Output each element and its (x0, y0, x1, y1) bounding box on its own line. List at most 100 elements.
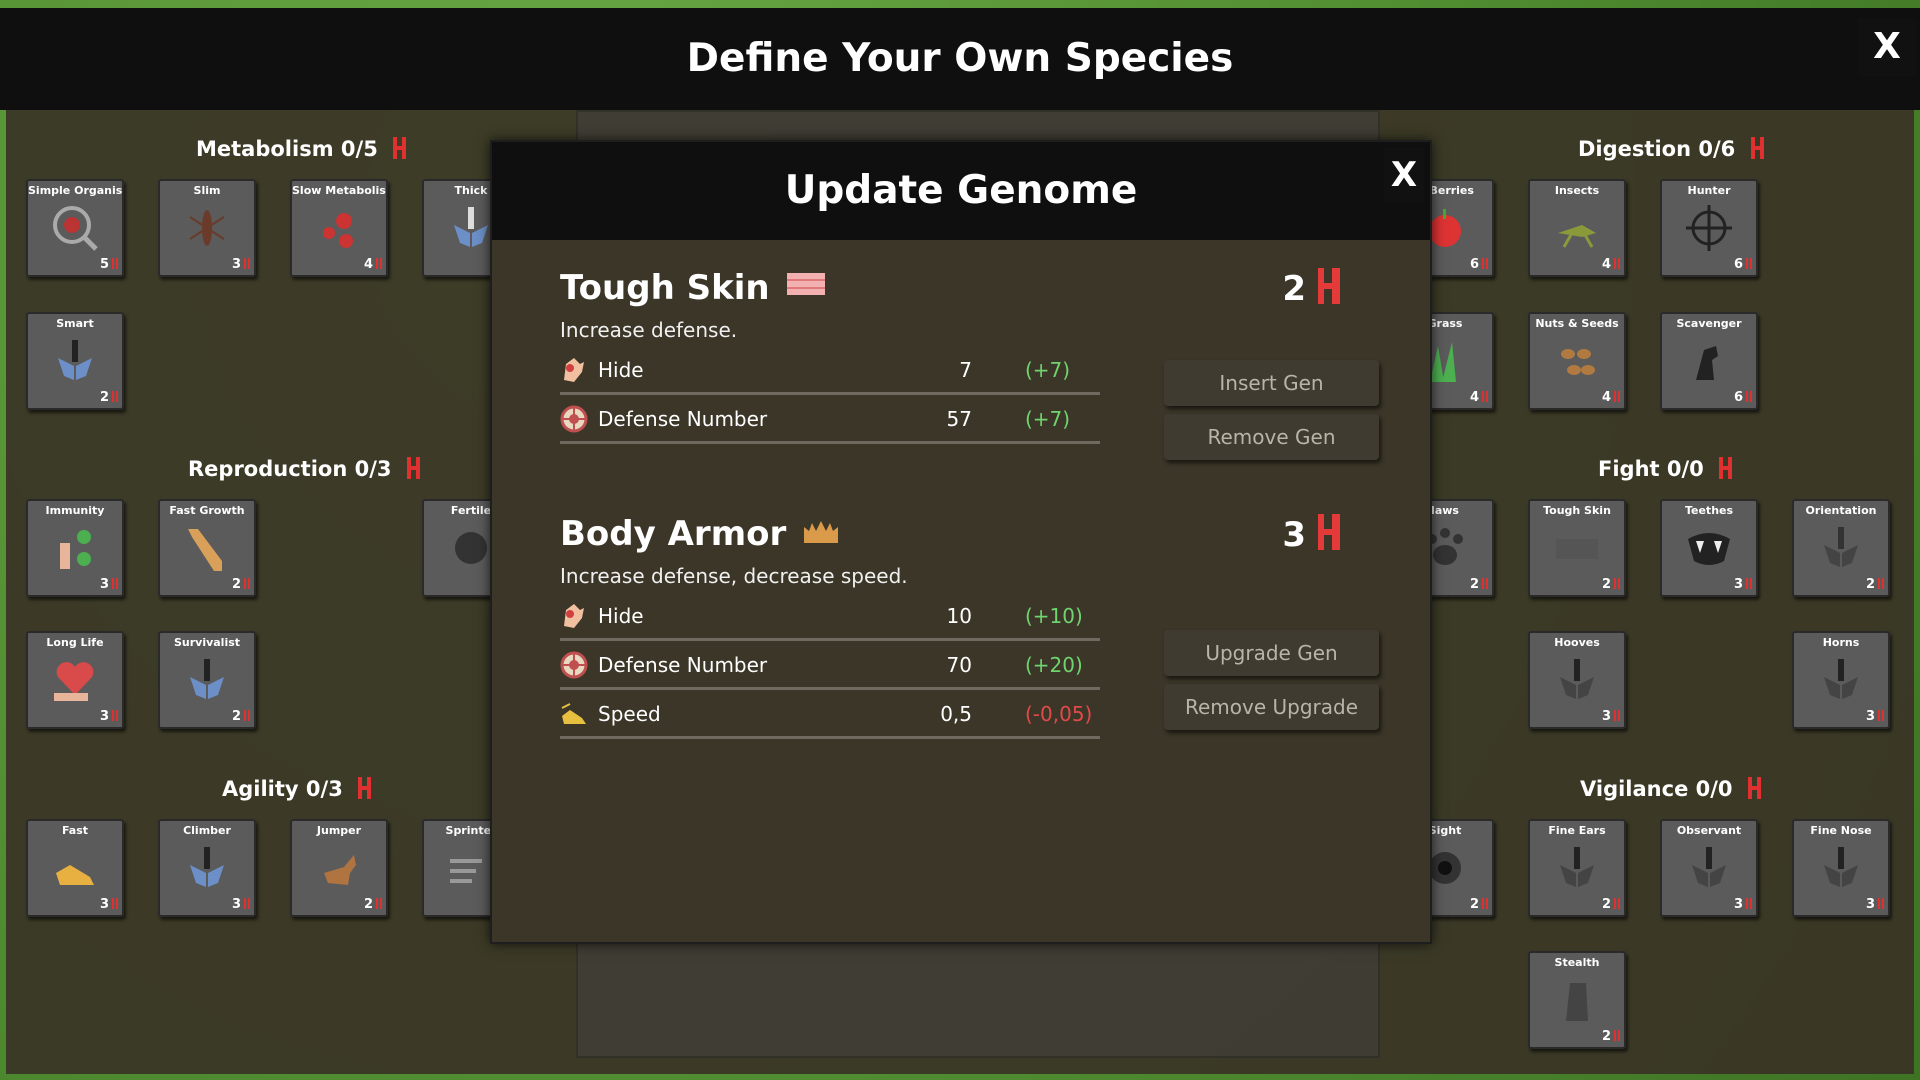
modal-title: Update Genome (784, 168, 1138, 213)
stat-name: Hide (598, 604, 644, 628)
dna-icon (1318, 268, 1340, 304)
stat-delta: (+7) (1025, 358, 1071, 382)
modal-header: Update Genome (492, 142, 1430, 240)
gene-card-fast-growth[interactable]: Fast Growth 2 (158, 499, 256, 597)
stat-row: Hide 7 (+7) (560, 346, 1100, 395)
card-cost: 3 (1866, 709, 1884, 724)
gene-card-long-life[interactable]: Long Life 3 (26, 631, 124, 729)
gene-card-simple-organism[interactable]: Simple Organism 5 (26, 179, 124, 277)
dna-icon (358, 777, 372, 799)
stat-name: Defense Number (598, 407, 768, 431)
dna-hands-icon (58, 340, 92, 380)
page-title: Define Your Own Species (686, 36, 1234, 81)
card-name: Observant (1676, 824, 1742, 837)
nuts-icon (1561, 349, 1595, 375)
dna-hands-icon (1692, 847, 1726, 887)
card-name: Nuts & Seeds (1535, 317, 1619, 330)
card-cost: 4 (364, 257, 382, 272)
gene-card-survivalist[interactable]: Survivalist 2 (158, 631, 256, 729)
group-label: Digestion (1578, 137, 1692, 161)
gene-card-stealth[interactable]: Stealth 2 (1528, 951, 1626, 1049)
gene-card-scavenger[interactable]: Scavenger 6 (1660, 312, 1758, 410)
card-cost: 3 (100, 709, 118, 724)
microscope-icon (53, 206, 98, 251)
vulture-icon (1696, 346, 1718, 380)
gene-cost: 3 (1282, 514, 1340, 555)
dna-icon (1318, 514, 1340, 550)
card-name: Stealth (1554, 956, 1600, 969)
card-cost: 2 (1866, 577, 1884, 592)
card-name: Scavenger (1676, 317, 1742, 330)
gene-card-tough-skin[interactable]: Tough Skin 2 (1528, 499, 1626, 597)
card-name: Fast Growth (169, 504, 245, 517)
ant-icon (189, 210, 225, 246)
dna-icon (406, 457, 420, 479)
upgrade-gen-button[interactable]: Upgrade Gen (1164, 630, 1379, 676)
gene-card-smart[interactable]: Smart 2 (26, 312, 124, 410)
card-cost: 2 (1470, 577, 1488, 592)
immunity-icon (60, 530, 91, 569)
group-digestion-header: Digestion 0/6 (1578, 137, 1764, 161)
insert-gen-button[interactable]: Insert Gen (1164, 360, 1379, 406)
group-count: 0/6 (1698, 137, 1736, 161)
group-label: Vigilance (1580, 777, 1689, 801)
stat-row: Defense Number 57 (+7) (560, 395, 1100, 444)
card-cost: 2 (232, 709, 250, 724)
gene-card-orientation[interactable]: Orientation 2 (1792, 499, 1890, 597)
group-vigilance-header: Vigilance 0/0 (1580, 777, 1761, 801)
card-cost: 3 (100, 897, 118, 912)
card-cost: 5 (100, 257, 118, 272)
remove-upgrade-button[interactable]: Remove Upgrade (1164, 684, 1379, 730)
card-cost: 3 (1602, 709, 1620, 724)
shield-icon (560, 651, 588, 679)
card-cost: 4 (1470, 390, 1488, 405)
gene-card-fine-nose[interactable]: Fine Nose 3 (1792, 819, 1890, 917)
group-count: 0/3 (305, 777, 343, 801)
shoe-icon (561, 703, 586, 724)
gene-card-observant[interactable]: Observant 3 (1660, 819, 1758, 917)
hide-icon (564, 604, 584, 628)
card-cost: 4 (1602, 257, 1620, 272)
gene-card-immunity[interactable]: Immunity 3 (26, 499, 124, 597)
group-count: 0/0 (1666, 457, 1704, 481)
gene-card-slow-metabolism[interactable]: Slow Metabolism 4 (290, 179, 388, 277)
gene-description: Increase defense. (560, 318, 738, 342)
card-cost: 2 (1470, 897, 1488, 912)
card-name: Long Life (46, 636, 104, 649)
dna-hands-icon (454, 207, 488, 247)
stat-row: Defense Number 70 (+20) (560, 641, 1100, 690)
virus-icon (323, 213, 353, 248)
gene-card-hooves[interactable]: Hooves 3 (1528, 631, 1626, 729)
gene-card-jumper[interactable]: Jumper 2 (290, 819, 388, 917)
remove-gen-button[interactable]: Remove Gen (1164, 414, 1379, 460)
gene-card-fast[interactable]: Fast 3 (26, 819, 124, 917)
card-name: Slim (193, 184, 221, 197)
card-name: Fine Ears (1548, 824, 1606, 837)
gene-card-nuts-seeds[interactable]: Nuts & Seeds 4 (1528, 312, 1626, 410)
gene-card-hunter[interactable]: Hunter 6 (1660, 179, 1758, 277)
card-name: Tough Skin (1543, 504, 1611, 517)
gene-card-climber[interactable]: Climber 3 (158, 819, 256, 917)
gene-card-horns[interactable]: Horns 3 (1792, 631, 1890, 729)
card-cost: 2 (1602, 1029, 1620, 1044)
crosshair-icon (1686, 205, 1732, 251)
gene-card-teethes[interactable]: Teethes 3 (1660, 499, 1758, 597)
card-cost: 3 (1866, 897, 1884, 912)
gene-card-fine-ears[interactable]: Fine Ears 2 (1528, 819, 1626, 917)
giraffe-icon (188, 529, 222, 571)
group-label: Agility (222, 777, 299, 801)
gene-title: Tough Skin (560, 268, 1340, 308)
group-metabolism-header: Metabolism 0/5 (196, 137, 407, 161)
close-modal-button[interactable]: X (1384, 148, 1424, 202)
gene-card-slim[interactable]: Slim 3 (158, 179, 256, 277)
skin-icon (1556, 539, 1598, 559)
card-name: Horns (1822, 636, 1860, 649)
gene-card-insects[interactable]: Insects 4 (1528, 179, 1626, 277)
close-editor-button[interactable]: X (1858, 18, 1916, 76)
group-label: Fight (1598, 457, 1660, 481)
stealth-icon (1566, 983, 1588, 1021)
hide-icon (564, 358, 584, 382)
group-count: 0/5 (340, 137, 378, 161)
dna-icon (393, 137, 407, 159)
species-editor-header: Define Your Own Species (0, 8, 1920, 110)
